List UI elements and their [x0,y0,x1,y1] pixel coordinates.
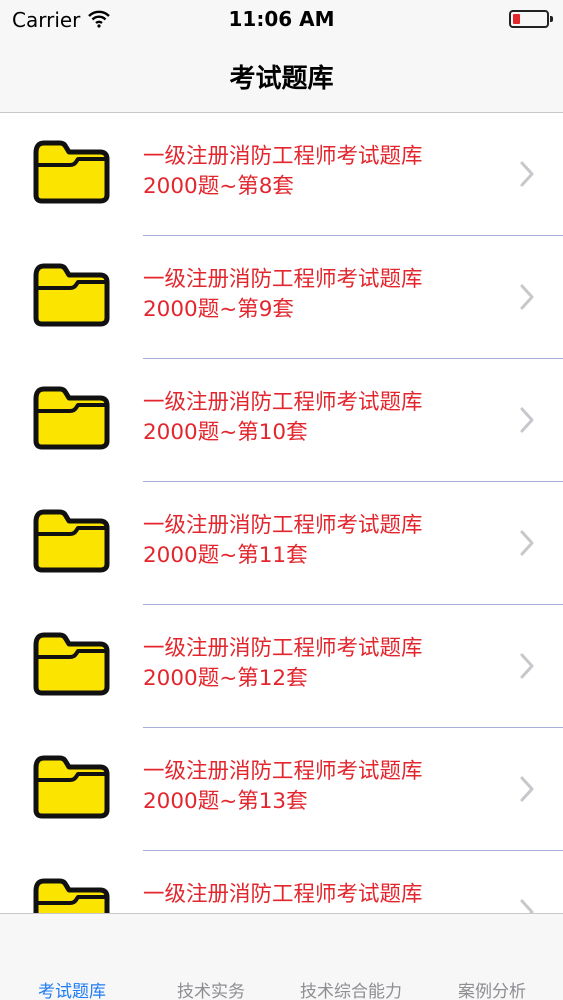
tab-case-analysis[interactable]: 案例分析 [422,977,562,1000]
exam-bank-list[interactable]: 一级注册消防工程师考试题库 2000题~第8套 一级注册消防工程师考试题库 20… [0,113,563,913]
app-screen: Carrier 11:06 AM 考试题库 一级注册消防工程师考试题库 2000… [0,0,563,1000]
chevron-right-icon [518,652,536,680]
list-item-title-line1: 一级注册消防工程师考试题库 [143,390,423,415]
battery-icon [509,10,553,28]
list-item-title-line1: 一级注册消防工程师考试题库 [143,513,423,538]
folder-icon [30,627,112,697]
folder-icon [30,504,112,574]
chevron-right-icon [518,406,536,434]
folder-icon [30,873,112,913]
list-item-title: 一级注册消防工程师考试题库 [143,880,503,910]
chevron-right-icon [518,283,536,311]
chevron-right-icon [518,160,536,188]
page-title: 考试题库 [229,64,334,94]
list-item-title-line1: 一级注册消防工程师考试题库 [143,267,423,292]
chevron-right-icon [518,898,536,913]
list-item[interactable]: 一级注册消防工程师考试题库 2000题~第9套 [0,236,563,359]
list-item-title: 一级注册消防工程师考试题库 2000题~第8套 [143,142,503,202]
list-item-title: 一级注册消防工程师考试题库 2000题~第11套 [143,511,503,571]
list-item-title-line2: 2000题~第10套 [143,420,308,445]
list-item-title-line1: 一级注册消防工程师考试题库 [143,882,423,907]
tab-technical-comprehensive[interactable]: 技术综合能力 [281,977,421,1000]
list-item-title: 一级注册消防工程师考试题库 2000题~第12套 [143,634,503,694]
list-item-title-line1: 一级注册消防工程师考试题库 [143,636,423,661]
status-bar: Carrier 11:06 AM [0,0,563,40]
list-item-title: 一级注册消防工程师考试题库 2000题~第10套 [143,388,503,448]
list-item-title-line2: 2000题~第8套 [143,174,294,199]
chevron-right-icon [518,775,536,803]
list-item-title-line1: 一级注册消防工程师考试题库 [143,144,423,169]
list-item-title-line1: 一级注册消防工程师考试题库 [143,759,423,784]
list-item-title-line2: 2000题~第9套 [143,297,294,322]
list-item[interactable]: 一级注册消防工程师考试题库 2000题~第10套 [0,359,563,482]
list-item-title-line2: 2000题~第11套 [143,543,308,568]
list-item-title: 一级注册消防工程师考试题库 2000题~第9套 [143,265,503,325]
list-item-title: 一级注册消防工程师考试题库 2000题~第13套 [143,757,503,817]
tab-bar: 考试题库 技术实务 技术综合能力 案例分析 [0,913,563,1000]
folder-icon [30,258,112,328]
list-item-title-line2: 2000题~第13套 [143,789,308,814]
tab-technical-practice[interactable]: 技术实务 [141,977,281,1000]
navigation-bar: 考试题库 [0,40,563,113]
list-item[interactable]: 一级注册消防工程师考试题库 2000题~第8套 [0,113,563,236]
list-item-title-line2: 2000题~第12套 [143,666,308,691]
list-item[interactable]: 一级注册消防工程师考试题库 2000题~第12套 [0,605,563,728]
list-item[interactable]: 一级注册消防工程师考试题库 [0,851,563,913]
status-time: 11:06 AM [228,7,335,31]
tab-exam-bank[interactable]: 考试题库 [2,977,142,1000]
chevron-right-icon [518,529,536,557]
list-item[interactable]: 一级注册消防工程师考试题库 2000题~第13套 [0,728,563,851]
folder-icon [30,135,112,205]
list-item[interactable]: 一级注册消防工程师考试题库 2000题~第11套 [0,482,563,605]
folder-icon [30,381,112,451]
folder-icon [30,750,112,820]
